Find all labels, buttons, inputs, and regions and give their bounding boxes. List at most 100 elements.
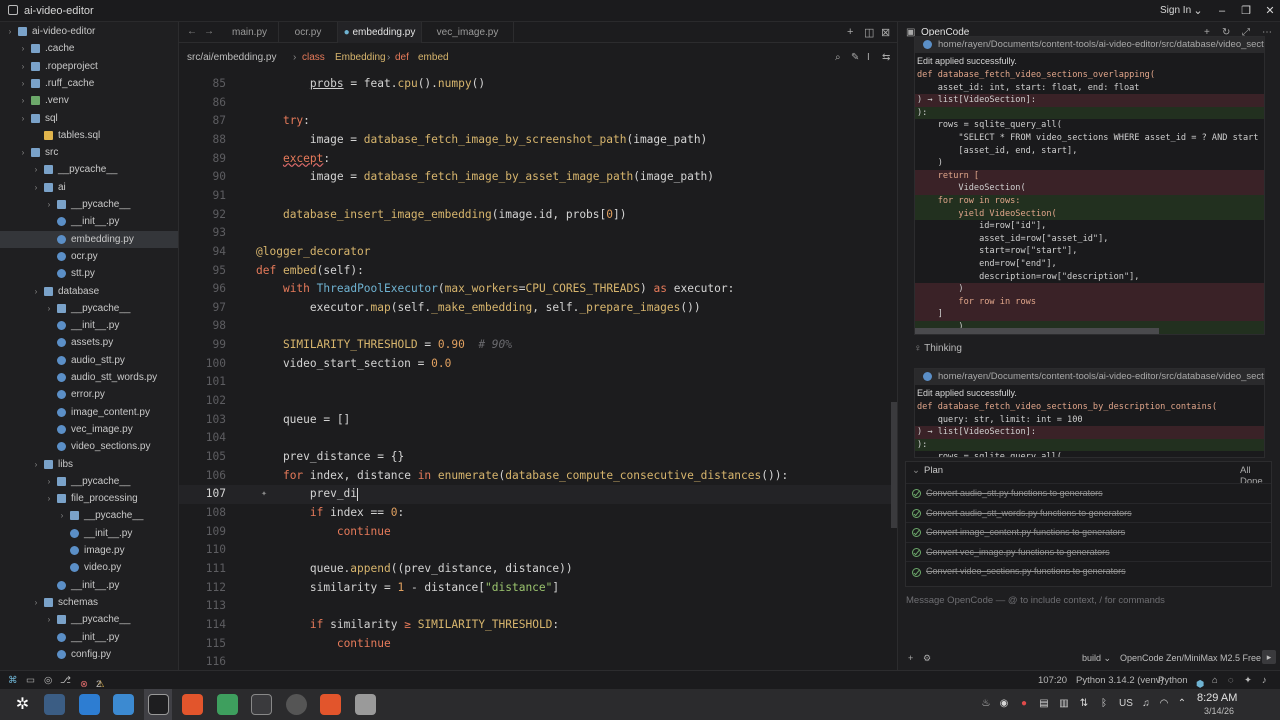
diff-scrollbar[interactable]	[915, 328, 1159, 334]
settings-icon[interactable]: ⚙	[923, 653, 931, 664]
system-monitor-icon[interactable]	[217, 694, 238, 715]
chevron-right-icon[interactable]: ›	[18, 58, 28, 75]
code-line[interactable]: 87 try:	[179, 112, 891, 131]
tree-item[interactable]: __init__.py	[0, 317, 178, 334]
code-line[interactable]: 90 image = database_fetch_image_by_asset…	[179, 168, 891, 187]
steam-icon[interactable]: ◉	[998, 698, 1010, 710]
tree-item[interactable]: › __pycache__	[0, 473, 178, 490]
code-line[interactable]: 92 database_insert_image_embedding(image…	[179, 206, 891, 225]
bluetooth-icon[interactable]: ᛒ	[1098, 698, 1110, 710]
tree-item[interactable]: › ai	[0, 179, 178, 196]
code-editor[interactable]: 85 probs = feat.cpu().numpy() 86 87 try: 88…	[179, 68, 897, 670]
attach-icon[interactable]: +	[908, 653, 913, 663]
tree-item[interactable]: __init__.py	[0, 525, 178, 542]
interpreter-status[interactable]: Python 3.14.2 (venv)	[1076, 675, 1164, 686]
code-line[interactable]: 86	[179, 94, 891, 113]
code-line[interactable]: 93	[179, 224, 891, 243]
sign-in-button[interactable]: Sign In	[1160, 5, 1191, 16]
tree-item[interactable]: › src	[0, 144, 178, 161]
close-icon[interactable]: ✕	[1262, 3, 1278, 19]
panel-close-icon[interactable]: ⊠	[881, 26, 890, 39]
model-select[interactable]: OpenCode Zen/MiniMax M2.5 Free ⌄	[1120, 653, 1271, 664]
menu-icon[interactable]: ⌘	[8, 675, 18, 686]
search-icon[interactable]: ⌕	[835, 52, 841, 63]
code-line[interactable]: 89 except:	[179, 150, 891, 169]
tree-item[interactable]: __init__.py	[0, 213, 178, 230]
chevron-up-icon[interactable]: ⌃	[1176, 698, 1188, 710]
notifications-icon[interactable]: ⌂	[1212, 675, 1218, 686]
code-line[interactable]: 101	[179, 373, 891, 392]
code-line[interactable]: 96 with ThreadPoolExecutor(max_workers=C…	[179, 280, 891, 299]
brave-browser-icon[interactable]	[320, 694, 341, 715]
breadcrumb-class[interactable]: Embedding	[335, 52, 386, 63]
database-app-icon[interactable]	[355, 694, 376, 715]
brave-browser-icon[interactable]	[182, 694, 203, 715]
code-line[interactable]: 108 if index == 0:	[179, 504, 891, 523]
tree-item[interactable]: ocr.py	[0, 248, 178, 265]
code-line[interactable]: 88 image = database_fetch_image_by_scree…	[179, 131, 891, 150]
tree-item[interactable]: › __pycache__	[0, 161, 178, 178]
tree-item[interactable]: config.py	[0, 646, 178, 663]
tree-item[interactable]: › schemas	[0, 594, 178, 611]
code-line[interactable]: 109 continue	[179, 523, 891, 542]
split-pane-icon[interactable]: ◫	[864, 26, 874, 39]
tree-item[interactable]: video.py	[0, 559, 178, 576]
mode-select[interactable]: build ⌄	[1082, 653, 1111, 664]
desktop-icon[interactable]	[44, 694, 65, 715]
clipboard-icon[interactable]: ▤	[1038, 698, 1050, 710]
bell-icon[interactable]: ♪	[1262, 675, 1267, 686]
tree-item[interactable]: embedding.py	[0, 230, 178, 248]
forward-icon[interactable]: →	[204, 26, 214, 37]
code-line[interactable]: 98	[179, 317, 891, 336]
tree-item[interactable]: › ai-video-editor	[0, 23, 178, 40]
tree-item[interactable]: › .cache	[0, 40, 178, 57]
code-line[interactable]: 106 for index, distance in enumerate(dat…	[179, 467, 891, 486]
tree-item[interactable]: › sql	[0, 110, 178, 127]
tree-item[interactable]: › database	[0, 283, 178, 300]
chevron-right-icon[interactable]: ›	[31, 456, 41, 473]
chevron-right-icon[interactable]: ›	[31, 179, 41, 196]
tree-item[interactable]: audio_stt_words.py	[0, 369, 178, 386]
clock-time[interactable]: 8:29 AM	[1197, 692, 1237, 704]
chevron-right-icon[interactable]: ›	[18, 144, 28, 161]
monitor-icon[interactable]: ▥	[1058, 698, 1070, 710]
chevron-right-icon[interactable]: ›	[18, 40, 28, 57]
tree-item[interactable]: __init__.py	[0, 629, 178, 646]
text-cursor-icon[interactable]: I	[867, 52, 870, 63]
send-button[interactable]: ▸	[1262, 650, 1276, 664]
chevron-right-icon[interactable]: ›	[44, 196, 54, 213]
tree-item[interactable]: › __pycache__	[0, 507, 178, 524]
code-line[interactable]: 111 queue.append((prev_distance, distanc…	[179, 560, 891, 579]
code-line[interactable]: 95 def embed(self):	[179, 262, 891, 281]
breadcrumb-function[interactable]: embed	[418, 52, 449, 63]
terminal-app-icon[interactable]	[251, 694, 272, 715]
code-actions-icon[interactable]: ✎	[851, 52, 859, 63]
code-line[interactable]: 105 prev_distance = {}	[179, 448, 891, 467]
store-icon[interactable]	[79, 694, 100, 715]
code-line[interactable]: 116	[179, 653, 891, 670]
tree-item[interactable]: vec_image.py	[0, 421, 178, 438]
code-line[interactable]: 85 probs = feat.cpu().numpy()	[179, 75, 891, 94]
tab-embedding-py[interactable]: ● embedding.py	[338, 22, 422, 43]
thinking-indicator[interactable]: ♀ Thinking	[914, 343, 962, 354]
chevron-right-icon[interactable]: ›	[31, 161, 41, 178]
tab-ocr-py[interactable]: ocr.py	[279, 22, 338, 43]
code-line[interactable]: 104	[179, 429, 891, 448]
tab-main-py[interactable]: main.py	[221, 22, 279, 43]
obs-icon[interactable]	[286, 694, 307, 715]
code-line[interactable]: 107 ✦ prev_di	[179, 485, 891, 504]
code-line[interactable]: 113	[179, 597, 891, 616]
chevron-right-icon[interactable]: ›	[44, 473, 54, 490]
chevron-right-icon[interactable]: ›	[18, 75, 28, 92]
terminal-icon[interactable]: ▭	[26, 675, 35, 686]
tree-item[interactable]: video_sections.py	[0, 438, 178, 455]
chevron-right-icon[interactable]: ›	[44, 300, 54, 317]
tree-item[interactable]: error.py	[0, 386, 178, 403]
code-line[interactable]: 99 SIMILARITY_THRESHOLD = 0.90 # 90%	[179, 336, 891, 355]
tree-item[interactable]: › .venv	[0, 92, 178, 109]
tree-item[interactable]: › __pycache__	[0, 611, 178, 628]
code-line[interactable]: 100 video_start_section = 0.0	[179, 355, 891, 374]
chevron-right-icon[interactable]: ›	[57, 507, 67, 524]
code-line[interactable]: 103 queue = []	[179, 411, 891, 430]
chevron-right-icon[interactable]: ›	[44, 611, 54, 628]
